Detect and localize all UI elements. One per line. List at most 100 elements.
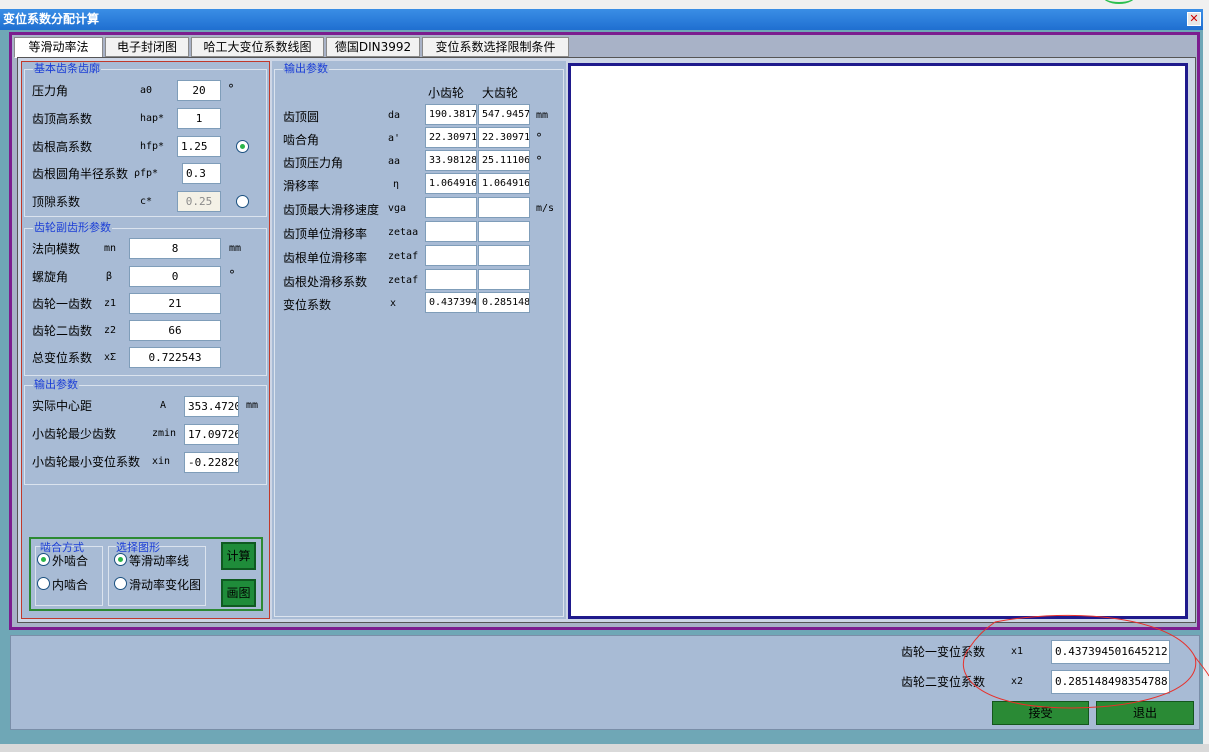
draw-button[interactable]: 画图	[221, 579, 256, 607]
slide-rate-sym: η	[393, 179, 400, 190]
normal-module-sym: mn	[104, 243, 117, 254]
taskbar-strip	[0, 744, 1209, 752]
graph-equal-label[interactable]: 等滑动率线	[129, 552, 189, 569]
helix-angle-input[interactable]: 0	[129, 266, 221, 287]
root-unit-slide-big	[478, 245, 530, 266]
tip-diameter-small: 190.3817	[425, 104, 477, 125]
max-slide-speed-big	[478, 197, 530, 218]
min-teeth-sym: zmin	[152, 428, 177, 439]
slide-rate-label: 滑移率	[283, 179, 320, 193]
normal-module-unit: mm	[229, 243, 242, 254]
dedendum-coef-input[interactable]: 1.25	[177, 136, 221, 157]
min-shift-output: -0.22826	[184, 452, 239, 473]
plot-canvas[interactable]	[568, 63, 1188, 619]
close-button[interactable]: ✕	[1187, 12, 1201, 26]
graph-change-radio[interactable]	[114, 577, 127, 590]
normal-module-label: 法向模数	[32, 242, 81, 256]
col-big-gear: 大齿轮	[482, 86, 519, 100]
shift-coef-sym: x	[390, 298, 397, 309]
helix-angle-sym: β	[106, 271, 113, 282]
mesh-internal-label[interactable]: 内啮合	[52, 576, 88, 593]
shift-coef-label: 变位系数	[283, 298, 332, 312]
mesh-angle-sym: a'	[388, 133, 401, 144]
tip-diameter-big: 547.9457	[478, 104, 530, 125]
min-teeth-output: 17.09726	[184, 424, 239, 445]
gear1-teeth-input[interactable]: 21	[129, 293, 221, 314]
clearance-radio[interactable]	[236, 195, 249, 208]
tab-hit-chart[interactable]: 哈工大变位系数线图	[191, 37, 324, 57]
top-strip	[0, 0, 1209, 9]
gear2-teeth-sym: z2	[104, 325, 117, 336]
tip-unit-slide-label: 齿顶单位滑移率	[283, 227, 368, 241]
graph-equal-radio[interactable]	[114, 553, 127, 566]
red-annotation-ellipse	[962, 614, 1209, 709]
center-distance-unit: mm	[246, 400, 259, 411]
max-slide-speed-unit: m/s	[536, 203, 555, 214]
root-slide-coef-label: 齿根处滑移系数	[283, 275, 368, 289]
addendum-coef-input[interactable]: 1	[177, 108, 221, 129]
root-radius-coef-input[interactable]: 0.3	[182, 163, 221, 184]
graph-change-label[interactable]: 滑动率变化图	[129, 576, 201, 593]
min-teeth-label: 小齿轮最少齿数	[32, 427, 117, 441]
max-slide-speed-sym: vga	[388, 203, 407, 214]
title-bar: 变位系数分配计算 ✕	[0, 9, 1203, 30]
addendum-coef-label: 齿顶高系数	[32, 112, 93, 126]
tab-equal-slide[interactable]: 等滑动率法	[14, 37, 103, 58]
output-right-title: 输出参数	[283, 62, 329, 75]
min-shift-label: 小齿轮最小变位系数	[32, 455, 141, 469]
calc-button[interactable]: 计算	[221, 542, 256, 570]
mesh-angle-big: 22.30971	[478, 127, 530, 148]
max-slide-speed-label: 齿顶最大滑移速度	[283, 203, 380, 217]
helix-angle-label: 螺旋角	[32, 270, 69, 284]
mesh-internal-radio[interactable]	[37, 577, 50, 590]
clearance-coef-sym: c*	[140, 196, 153, 207]
tip-diameter-sym: da	[388, 110, 401, 121]
tab-din3992[interactable]: 德国DIN3992	[326, 37, 420, 57]
root-slide-coef-small	[425, 269, 477, 290]
tip-pressure-angle-label: 齿顶压力角	[283, 156, 344, 170]
tab-closed-diagram[interactable]: 电子封闭图	[105, 37, 189, 57]
tip-diameter-label: 齿顶圆	[283, 110, 320, 124]
total-shift-label: 总变位系数	[32, 351, 93, 365]
shift-coef-small: 0.437394	[425, 292, 477, 313]
tab-limits[interactable]: 变位系数选择限制条件	[422, 37, 569, 57]
left-panel: 基本齿条齿廓 压力角 a0 20 ° 齿顶高系数 hap* 1 齿根高系数 hf…	[21, 61, 270, 619]
gear2-teeth-input[interactable]: 66	[129, 320, 221, 341]
mesh-external-label[interactable]: 外啮合	[52, 552, 88, 569]
tip-pressure-angle-sym: aa	[388, 156, 401, 167]
output-left-title: 输出参数	[33, 378, 79, 391]
mesh-angle-unit: °	[536, 131, 542, 145]
output-panel: 输出参数 小齿轮 大齿轮 齿顶圆 da 190.3817 547.9457 mm…	[272, 61, 566, 619]
total-shift-input[interactable]: 0.722543	[129, 347, 221, 368]
min-shift-sym: xin	[152, 456, 171, 467]
mesh-angle-label: 啮合角	[283, 133, 320, 147]
normal-module-input[interactable]: 8	[129, 238, 221, 259]
tip-pressure-angle-unit: °	[536, 154, 542, 168]
max-slide-speed-small	[425, 197, 477, 218]
dedendum-coef-label: 齿根高系数	[32, 140, 93, 154]
pressure-angle-sym: a0	[140, 85, 153, 96]
tip-pressure-angle-small: 33.98128	[425, 150, 477, 171]
slide-rate-small: 1.064916	[425, 173, 477, 194]
gear1-teeth-sym: z1	[104, 298, 117, 309]
addendum-coef-sym: hap*	[140, 113, 165, 124]
gear1-teeth-label: 齿轮一齿数	[32, 297, 93, 311]
clearance-coef-input[interactable]: 0.25	[177, 191, 221, 212]
tip-unit-slide-small	[425, 221, 477, 242]
root-slide-coef-big	[478, 269, 530, 290]
root-radius-coef-sym: ρfp*	[134, 168, 159, 179]
tip-pressure-angle-big: 25.11106	[478, 150, 530, 171]
root-unit-slide-label: 齿根单位滑移率	[283, 251, 368, 265]
pressure-angle-input[interactable]: 20	[177, 80, 221, 101]
tip-unit-slide-sym: zetaa	[388, 227, 419, 238]
dedendum-radio[interactable]	[236, 140, 249, 153]
pressure-angle-unit: °	[228, 82, 234, 96]
total-shift-sym: xΣ	[104, 352, 117, 363]
gear2-teeth-label: 齿轮二齿数	[32, 324, 93, 338]
basic-rack-title: 基本齿条齿廓	[33, 62, 101, 75]
mesh-external-radio[interactable]	[37, 553, 50, 566]
pair-title: 齿轮副齿形参数	[33, 221, 112, 234]
root-unit-slide-small	[425, 245, 477, 266]
window-title: 变位系数分配计算	[3, 12, 100, 26]
helix-angle-unit: °	[229, 268, 235, 282]
